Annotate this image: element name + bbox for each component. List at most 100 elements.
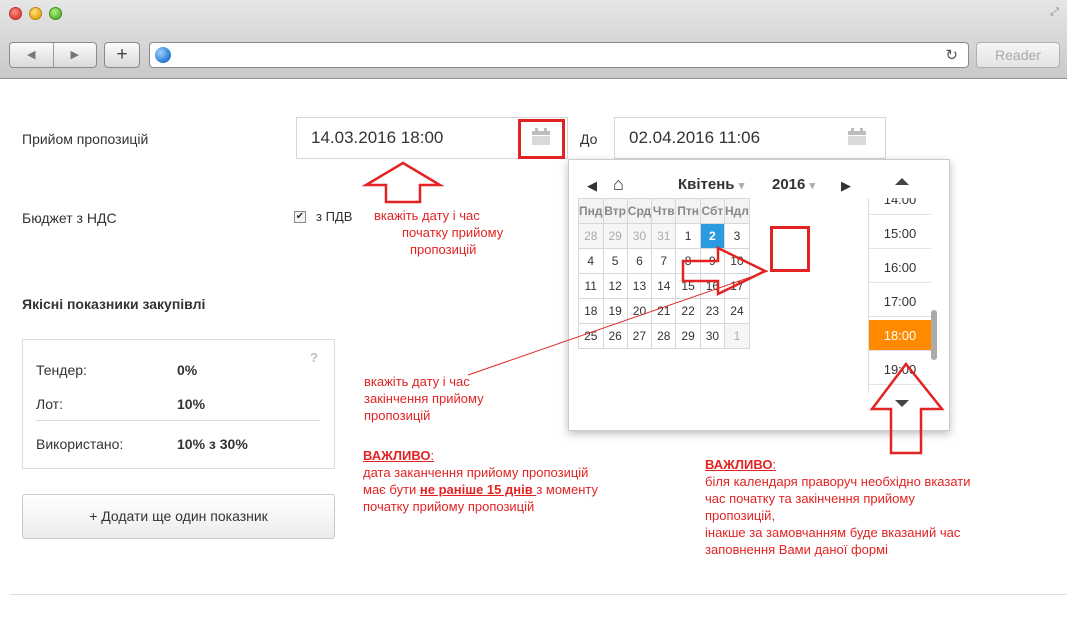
weekday-header: Птн bbox=[675, 198, 701, 224]
time-slot[interactable]: 19:00 bbox=[869, 354, 931, 385]
calendar-day[interactable]: 16 bbox=[699, 273, 726, 299]
time-scrollbar[interactable] bbox=[931, 310, 937, 360]
prev-month-icon[interactable]: ◀ bbox=[587, 178, 597, 194]
divider bbox=[36, 420, 320, 421]
calendar-day[interactable]: 8 bbox=[675, 248, 701, 274]
calendar-day[interactable]: 13 bbox=[626, 273, 653, 299]
calendar-day[interactable]: 7 bbox=[651, 248, 677, 274]
start-hint-line-2: початку прийому bbox=[402, 225, 504, 240]
month-name: Квітень bbox=[678, 176, 735, 193]
calendar-day[interactable]: 25 bbox=[578, 323, 604, 349]
year-select[interactable]: 2016 ▾ bbox=[772, 176, 815, 193]
calendar-day[interactable]: 4 bbox=[578, 248, 604, 274]
calendar-day[interactable]: 6 bbox=[626, 248, 653, 274]
calendar-day[interactable]: 14 bbox=[651, 273, 677, 299]
vat-checkbox[interactable]: ✔ bbox=[294, 211, 306, 223]
calendar-day[interactable]: 27 bbox=[626, 323, 653, 349]
lot-value: 10% bbox=[177, 396, 206, 412]
calendar-day[interactable]: 12 bbox=[602, 273, 628, 299]
calendar-day[interactable]: 21 bbox=[651, 298, 677, 324]
month-select[interactable]: Квітень ▾ bbox=[678, 176, 744, 193]
up-arrow-start bbox=[361, 161, 445, 204]
weekday-header: Сбт bbox=[699, 198, 726, 224]
month-dropdown-icon: ▾ bbox=[738, 180, 745, 192]
zoom-window-button[interactable] bbox=[49, 7, 62, 20]
calendar-day-outside[interactable]: 31 bbox=[651, 223, 677, 249]
calendar-day[interactable]: 23 bbox=[699, 298, 726, 324]
time-slot[interactable]: 16:00 bbox=[869, 252, 931, 283]
time-slot[interactable]: 17:00 bbox=[869, 286, 931, 317]
weekday-header: Срд bbox=[626, 198, 653, 224]
important-right-line-5: заповнення Вами даної формі bbox=[705, 542, 888, 557]
home-icon[interactable]: ⌂ bbox=[613, 174, 624, 195]
calendar-day[interactable]: 5 bbox=[602, 248, 628, 274]
reload-icon[interactable]: ↻ bbox=[945, 46, 958, 64]
calendar-day[interactable]: 15 bbox=[675, 273, 701, 299]
vat-checkbox-label: з ПДВ bbox=[316, 209, 353, 224]
time-scroll-up-icon[interactable] bbox=[895, 178, 909, 185]
calendar-day[interactable]: 29 bbox=[675, 323, 701, 349]
calendar-day[interactable]: 10 bbox=[724, 248, 750, 274]
calendar-day[interactable]: 24 bbox=[724, 298, 750, 324]
important-left-line-1: дата заканчення прийому пропозицій bbox=[363, 465, 589, 480]
time-slot[interactable]: 20:00 bbox=[869, 388, 931, 393]
minimize-window-button[interactable] bbox=[29, 7, 42, 20]
calendar-day[interactable]: 1 bbox=[675, 223, 701, 249]
calendar-week-row: 11 12 13 14 15 16 17 bbox=[578, 273, 750, 299]
back-button[interactable]: ◀ bbox=[10, 43, 54, 67]
new-tab-button[interactable]: + bbox=[104, 42, 140, 68]
time-scroll-down-icon[interactable] bbox=[895, 400, 909, 407]
end-date-input[interactable]: 02.04.2016 11:06 bbox=[614, 117, 886, 159]
end-hint: вкажіть дату і час закінчення прийому пр… bbox=[364, 373, 484, 424]
calendar-icon-highlight bbox=[518, 119, 565, 159]
calendar-day[interactable]: 3 bbox=[724, 223, 750, 249]
end-calendar-icon[interactable] bbox=[848, 128, 866, 145]
important-left-line-3: початку прийому пропозицій bbox=[363, 499, 535, 514]
time-slot[interactable]: 14:00 bbox=[869, 198, 931, 215]
start-date-value: 14.03.2016 18:00 bbox=[311, 128, 444, 147]
calendar-day[interactable]: 28 bbox=[651, 323, 677, 349]
calendar-week-row: 25 26 27 28 29 30 1 bbox=[578, 323, 750, 349]
important-right-line-2: час початку та закінчення прийому bbox=[705, 491, 915, 506]
next-month-icon[interactable]: ▶ bbox=[841, 178, 851, 194]
calendar-day[interactable]: 9 bbox=[699, 248, 726, 274]
forward-button[interactable]: ▶ bbox=[54, 43, 97, 67]
calendar-week-row: 28 29 30 31 1 2 3 bbox=[578, 223, 750, 249]
end-hint-line-1: вкажіть дату і час bbox=[364, 374, 470, 389]
calendar-week-row: 18 19 20 21 22 23 24 bbox=[578, 298, 750, 324]
time-slot-selected[interactable]: 18:00 bbox=[869, 320, 931, 351]
calendar-day-outside[interactable]: 30 bbox=[626, 223, 653, 249]
fullscreen-icon[interactable]: ⤢ bbox=[1050, 6, 1059, 19]
calendar-grid: Пнд Втр Срд Чтв Птн Сбт Ндл 28 29 30 31 1 2 3 4 5 6 7 8 9 1… bbox=[578, 198, 750, 349]
selected-day-highlight bbox=[770, 226, 810, 272]
calendar-day[interactable]: 26 bbox=[602, 323, 628, 349]
close-window-button[interactable] bbox=[9, 7, 22, 20]
calendar-day[interactable]: 20 bbox=[626, 298, 653, 324]
calendar-day-outside[interactable]: 28 bbox=[578, 223, 604, 249]
calendar-day[interactable]: 30 bbox=[699, 323, 726, 349]
reader-button[interactable]: Reader bbox=[976, 42, 1060, 68]
weekday-header: Чтв bbox=[651, 198, 677, 224]
important-right-title: ВАЖЛИВО: bbox=[705, 457, 777, 472]
calendar-day[interactable]: 19 bbox=[602, 298, 628, 324]
add-indicator-button[interactable]: + Додати ще один показник bbox=[22, 494, 335, 539]
calendar-day[interactable]: 11 bbox=[578, 273, 604, 299]
time-slot[interactable]: 15:00 bbox=[869, 218, 931, 249]
quality-heading: Якісні показники закупівлі bbox=[22, 296, 206, 312]
calendar-day[interactable]: 17 bbox=[724, 273, 750, 299]
used-value: 10% з 30% bbox=[177, 436, 248, 452]
important-right-line-1: біля календаря праворуч необхідно вказат… bbox=[705, 474, 971, 489]
calendar-day-outside[interactable]: 29 bbox=[602, 223, 628, 249]
year-value: 2016 bbox=[772, 176, 806, 193]
calendar-day[interactable]: 22 bbox=[675, 298, 701, 324]
important-right-line-3: пропозицій, bbox=[705, 508, 776, 523]
calendar-day[interactable]: 18 bbox=[578, 298, 604, 324]
calendar-day-selected[interactable]: 2 bbox=[699, 223, 726, 249]
year-dropdown-icon: ▾ bbox=[809, 180, 816, 192]
calendar-day-outside[interactable]: 1 bbox=[724, 323, 750, 349]
end-hint-line-3: пропозицій bbox=[364, 408, 431, 423]
browser-toolbar: ⤢ ◀ ▶ + ↻ Reader bbox=[0, 0, 1067, 79]
tender-value: 0% bbox=[177, 362, 198, 378]
help-icon[interactable]: ? bbox=[310, 350, 318, 365]
address-bar[interactable]: ↻ bbox=[149, 42, 969, 68]
